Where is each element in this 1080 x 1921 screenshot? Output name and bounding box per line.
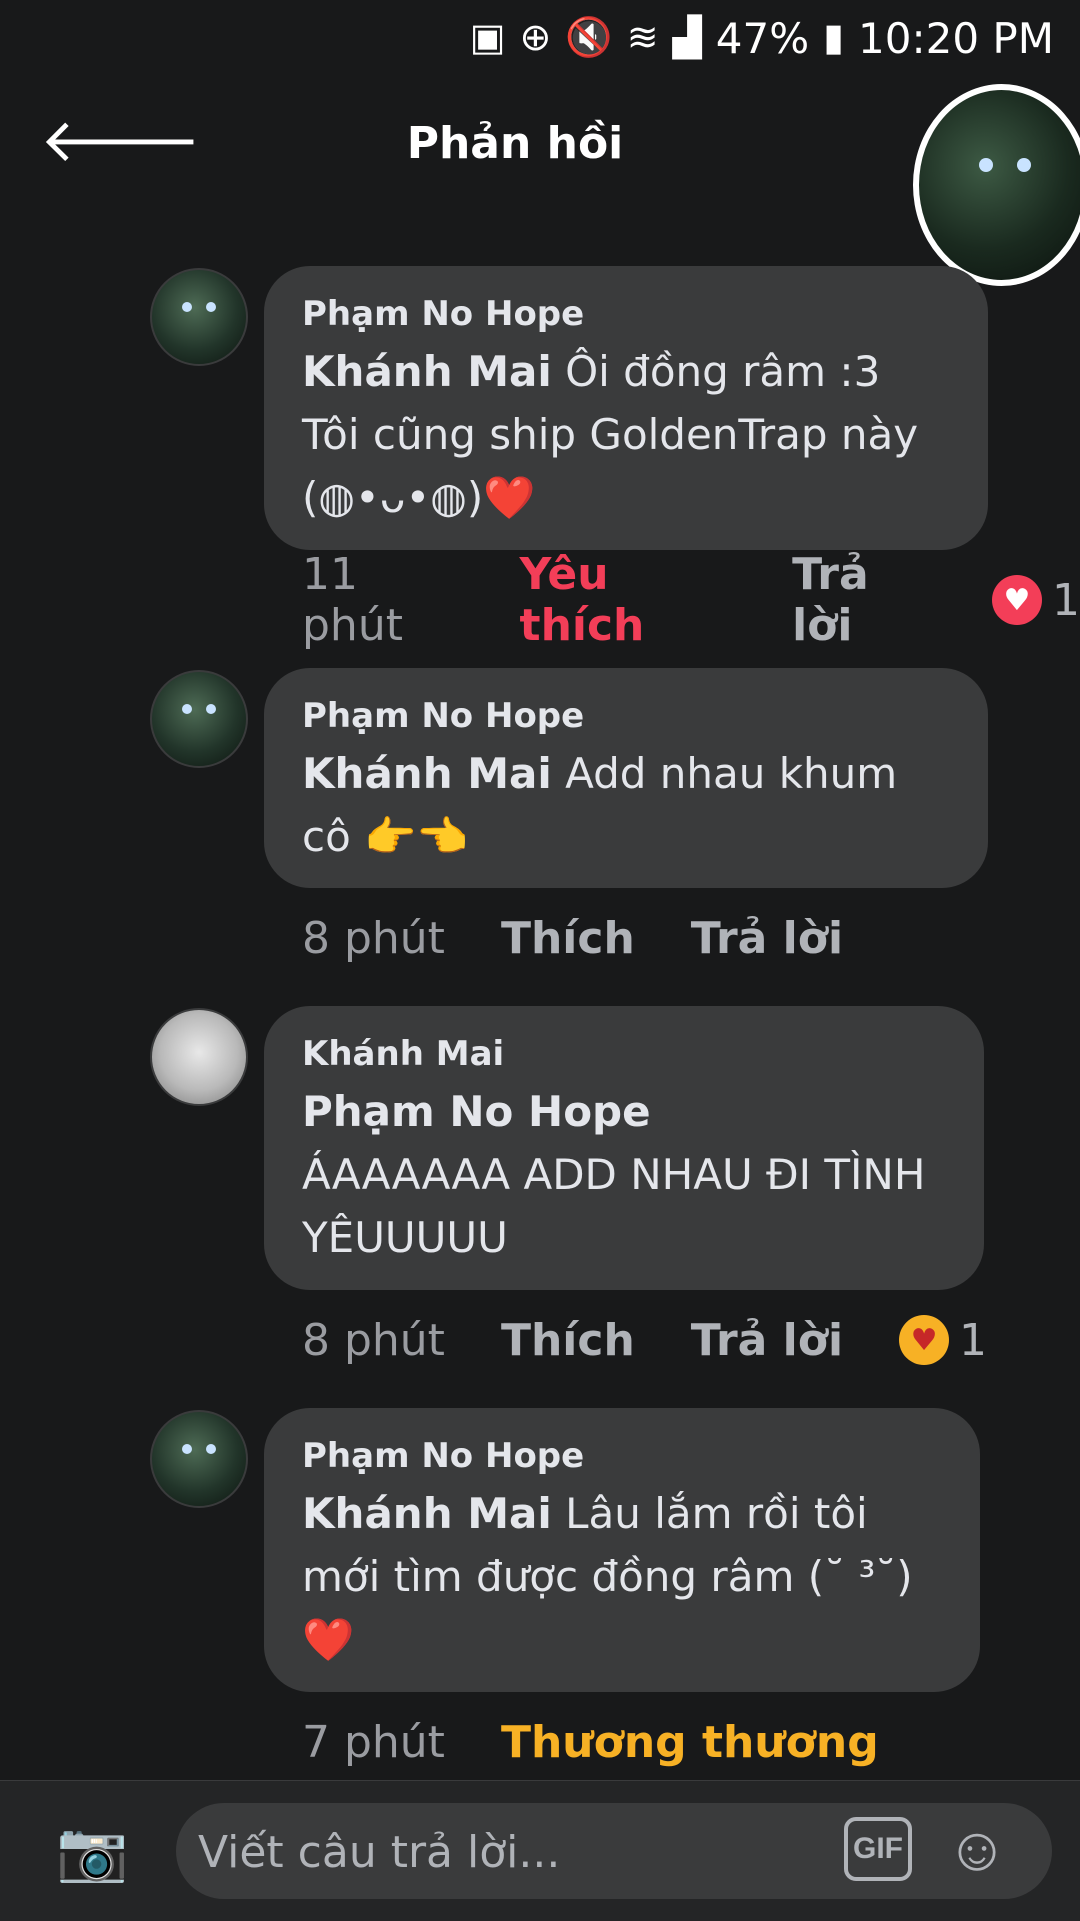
reaction-count: 1 [1052,574,1080,626]
comment-bubble: Khánh Mai Phạm No Hope ÁAAAAAA ADD NHAU Đ… [264,1006,984,1290]
storage-icon: ▣ [469,17,506,59]
status-bar: ▣ ⊕ 🔇 ≋ ▟ 47% ▮ 10:20 PM [0,0,1080,76]
comment-actions: 8 phút Thích Trả lời [302,908,899,968]
comment-text: Khánh Mai Ôi đồng râm :3 Tôi cũng ship G… [302,340,950,529]
comment-bubble: Phạm No Hope Khánh Mai Lâu lắm rồi tôi m… [264,1408,980,1692]
comment-text: Phạm No Hope ÁAAAAAA ADD NHAU ĐI TÌNH YÊU… [302,1080,946,1269]
comment-author[interactable]: Phạm No Hope [302,1436,942,1476]
reply-input[interactable]: Viết câu trả lời... GIF ☺ [176,1803,1052,1899]
emoji-icon[interactable]: ☺ [942,1815,1012,1885]
battery-icon: ▮ [823,17,845,59]
reply-button[interactable]: Trả lời [691,1315,843,1366]
comment-author[interactable]: Phạm No Hope [302,294,950,334]
love-reaction-button[interactable]: Yêu thích [520,549,737,651]
wifi-icon: ≋ [626,17,659,59]
comment-text: Khánh Mai Add nhau khum cô 👉👈 [302,742,950,868]
comment-actions: 11 phút Yêu thích Trả lời ♥ 1 [302,549,1080,651]
avatar[interactable] [150,670,248,768]
clock: 10:20 PM [858,13,1054,63]
chat-head-avatar[interactable] [913,84,1080,286]
mention[interactable]: Khánh Mai [302,347,552,396]
comment-author[interactable]: Phạm No Hope [302,696,950,736]
comment-bubble: Phạm No Hope Khánh Mai Add nhau khum cô … [264,668,988,888]
care-reaction-button[interactable]: Thương thương [501,1717,879,1768]
avatar[interactable] [150,1008,248,1106]
like-button[interactable]: Thích [501,913,635,964]
mention[interactable]: Phạm No Hope [302,1087,651,1136]
mute-icon: 🔇 [565,17,613,59]
comment-time: 11 phút [302,549,403,651]
mention[interactable]: Khánh Mai [302,1489,552,1538]
comment-actions: 7 phút Thương thương [302,1712,935,1772]
reply-button[interactable]: Trả lời [691,913,843,964]
comment-time: 8 phút [302,1314,445,1366]
reaction-count: 1 [959,1314,988,1366]
page-title: Phản hồi [406,118,624,169]
battery-percent: 47% [715,13,810,63]
avatar[interactable] [150,1410,248,1508]
comment-time: 7 phút [302,1716,445,1768]
signal-icon: ▟ [672,17,702,59]
data-saver-icon: ⊕ [519,17,552,59]
reaction-summary[interactable]: ♥ 1 [899,1315,987,1366]
mention[interactable]: Khánh Mai [302,749,552,798]
reply-button[interactable]: Trả lời [792,549,936,651]
comment-time: 8 phút [302,912,445,964]
comment-author[interactable]: Khánh Mai [302,1034,946,1074]
care-icon: ♥ [899,1315,950,1365]
comment-bubble: Phạm No Hope Khánh Mai Ôi đồng râm :3 Tô… [264,266,988,550]
reaction-summary[interactable]: ♥ 1 [992,575,1080,626]
avatar[interactable] [150,268,248,366]
camera-icon[interactable]: 📷 [56,1817,128,1887]
reply-composer: 📷 Viết câu trả lời... GIF ☺ [0,1780,1080,1921]
gif-button[interactable]: GIF [844,1817,912,1881]
heart-icon: ♥ [992,575,1042,625]
reply-input-placeholder: Viết câu trả lời... [198,1827,561,1878]
like-button[interactable]: Thích [501,1315,635,1366]
comment-body: ÁAAAAAA ADD NHAU ĐI TÌNH YÊUUUUU [302,1150,926,1262]
comment-text: Khánh Mai Lâu lắm rồi tôi mới tìm được đ… [302,1482,942,1671]
comment-actions: 8 phút Thích Trả lời ♥ 1 [302,1310,987,1370]
